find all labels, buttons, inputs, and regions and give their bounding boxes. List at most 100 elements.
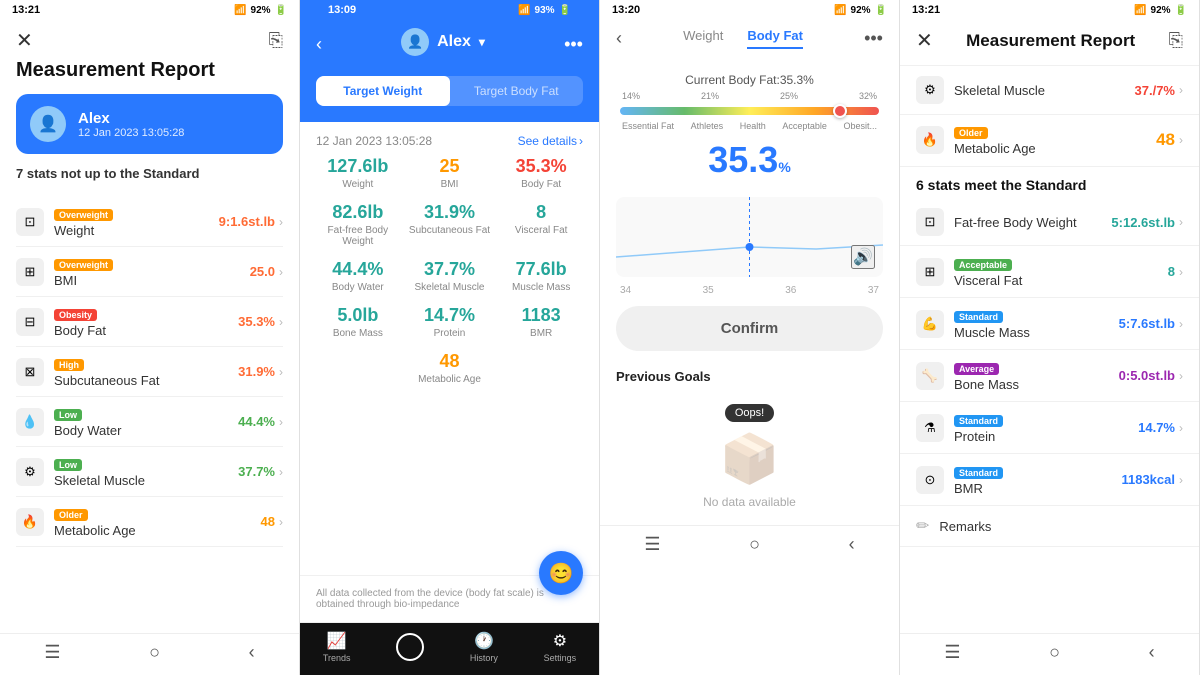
stat-visceral-val: 8 [499,202,583,223]
stat-bonemass-4[interactable]: 🦴 Average Bone Mass 0:5.0st.lb › [900,350,1199,402]
stat-visceral-4[interactable]: ⊞ Acceptable Visceral Fat 8 › [900,246,1199,298]
settings-label: Settings [544,653,577,663]
stat-item-bmi[interactable]: ⊞ Overweight BMI 25.0 › [16,247,283,297]
back-icon-2[interactable]: ‹ [316,34,322,55]
bodyfat-icon: ⊟ [16,308,44,336]
metabolic-age-row[interactable]: 🔥 Older Metabolic Age 48 › [900,115,1199,167]
battery-text-1: 92% [251,5,271,16]
nav-menu-icon-3[interactable]: ☰ [644,534,660,555]
stat-musclemass-4[interactable]: 💪 Standard Muscle Mass 5:7.6st.lb › [900,298,1199,350]
metage-chevron: › [279,515,283,529]
tab-weight-3[interactable]: Weight [683,28,723,49]
nav-settings[interactable]: ⚙ Settings [544,631,577,663]
stat-bonemass-val: 5.0lb [316,305,400,326]
stat-bonemass-2: 5.0lb Bone Mass [316,305,400,339]
visceral-value-4: 8 [1168,264,1175,279]
metage-badge: Older [54,509,88,521]
pct-25: 25% [780,91,798,101]
share-icon-1[interactable]: ⎘ [269,30,283,51]
musclemass-info-4: Standard Muscle Mass [954,307,1119,340]
status-icons-2: 📶 93% 🔋 [518,5,571,16]
scale-bar [620,107,879,115]
share-icon-4[interactable]: ⎘ [1169,30,1183,51]
stat-ffbw-4[interactable]: ⊡ Fat-free Body Weight 5:12.6st.lb › [900,199,1199,246]
metage-badge-4: Older [954,127,988,139]
tab-target-bodyfat[interactable]: Target Body Fat [450,76,584,106]
metage-name-4: Metabolic Age [954,141,1156,156]
remarks-name: Remarks [939,519,991,534]
remarks-row[interactable]: ✏ Remarks [900,506,1199,547]
nav-home-icon-4[interactable]: ○ [1049,642,1060,663]
volume-icon[interactable]: 🔊 [851,245,875,269]
scale-container: 14% 21% 25% 32% Essential Fat Athletes H… [616,91,883,131]
stat-metage-label: Metabolic Age [316,374,583,385]
status-icons-4: 📶 92% 🔋 [1134,5,1187,16]
stat-bmr-4[interactable]: ⊙ Standard BMR 1183kcal › [900,454,1199,506]
see-details-btn[interactable]: See details › [518,134,583,148]
nav-back-icon[interactable]: ‹ [249,642,255,663]
stat-bmi-label: BMI [408,179,492,190]
nav-history[interactable]: 🕐 History [470,631,498,663]
confirm-button[interactable]: Confirm [616,306,883,351]
stats-list-4: ⊡ Fat-free Body Weight 5:12.6st.lb › ⊞ A… [900,199,1199,633]
subfat-name: Subcutaneous Fat [54,373,238,388]
tab-bodyfat-3[interactable]: Body Fat [747,28,803,49]
battery-text-4: 92% [1151,5,1171,16]
nav-menu-icon[interactable]: ☰ [44,642,60,663]
bodyfat-badge: Obesity [54,309,97,321]
stat-musclemass-val: 77.6lb [499,259,583,280]
nav-home-2[interactable] [396,633,424,661]
label-obese: Obesit... [843,121,877,131]
stat-item-metage[interactable]: 🔥 Older Metabolic Age 48 › [16,497,283,547]
stat-item-bodywater[interactable]: 💧 Low Body Water 44.4% › [16,397,283,447]
dropdown-icon-2[interactable]: ▾ [479,35,485,49]
nav-home-icon[interactable]: ○ [149,642,160,663]
stat-bmi-val: 25 [408,156,492,177]
stat-item-skeletal[interactable]: ⚙ Low Skeletal Muscle 37.7% › [16,447,283,497]
page-title-4: Measurement Report [933,31,1169,51]
body-fat-scale [620,105,879,117]
more-icon-3[interactable]: ••• [864,28,883,49]
remarks-icon: ✏ [916,516,929,536]
skeletal-muscle-row[interactable]: ⚙ Skeletal Muscle 37./7% › [900,66,1199,115]
nav-back-icon-3[interactable]: ‹ [849,534,855,555]
stat-protein-4[interactable]: ⚗ Standard Protein 14.7% › [900,402,1199,454]
protein-info-4: Standard Protein [954,411,1138,444]
close-icon-4[interactable]: ✕ [916,28,933,53]
stat-item-bodyfat[interactable]: ⊟ Obesity Body Fat 35.3% › [16,297,283,347]
stat-item-weight[interactable]: ⊡ Overweight Weight 9:1.6st.lb › [16,197,283,247]
protein-badge-4: Standard [954,415,1003,427]
stats-grid-2: 127.6lb Weight 25 BMI 35.3% Body Fat 82.… [316,156,583,339]
stat-bonemass-label: Bone Mass [316,328,400,339]
bmr-value-4: 1183kcal [1121,472,1175,487]
x-label-34: 34 [620,285,631,296]
tab-target-weight[interactable]: Target Weight [316,76,450,106]
bmi-chevron: › [279,265,283,279]
fab-button[interactable]: 😊 [539,551,583,595]
nav-trends[interactable]: 📈 Trends [323,631,351,663]
stat-protein-val: 14.7% [408,305,492,326]
bmr-name-4: BMR [954,481,1121,496]
trends-icon: 📈 [327,631,347,651]
panel-measurement-report: 13:21 📶 92% 🔋 ✕ ⎘ Measurement Report 👤 A… [0,0,300,675]
avatar-2: 👤 [401,28,429,56]
subfat-icon: ⊠ [16,358,44,386]
panel2-date-row: 12 Jan 2023 13:05:28 See details › [316,122,583,156]
close-icon-1[interactable]: ✕ [16,28,33,53]
x-label-36: 36 [785,285,796,296]
stat-skeletal-label: Skeletal Muscle [408,282,492,293]
panel-measurement-report-2: 13:21 📶 92% 🔋 ✕ Measurement Report ⎘ ⚙ S… [900,0,1200,675]
more-icon-2[interactable]: ••• [564,34,583,55]
panel3-header: ‹ Weight Body Fat ••• [600,20,899,65]
bmi-value: 25.0 [250,264,275,279]
nav-back-icon-4[interactable]: ‹ [1149,642,1155,663]
stat-item-subfat[interactable]: ⊠ High Subcutaneous Fat 31.9% › [16,347,283,397]
nav-home-icon-3[interactable]: ○ [749,534,760,555]
panel-target: 13:09 📶 93% 🔋 ‹ 👤 Alex ▾ ••• Target Weig… [300,0,600,675]
stat-skeletal-val: 37.7% [408,259,492,280]
metage-value: 48 [261,514,275,529]
nav-menu-icon-4[interactable]: ☰ [944,642,960,663]
panel3-header-top: ‹ Weight Body Fat ••• [616,28,883,49]
back-icon-3[interactable]: ‹ [616,28,622,49]
status-icons-1: 📶 92% 🔋 [234,5,287,16]
